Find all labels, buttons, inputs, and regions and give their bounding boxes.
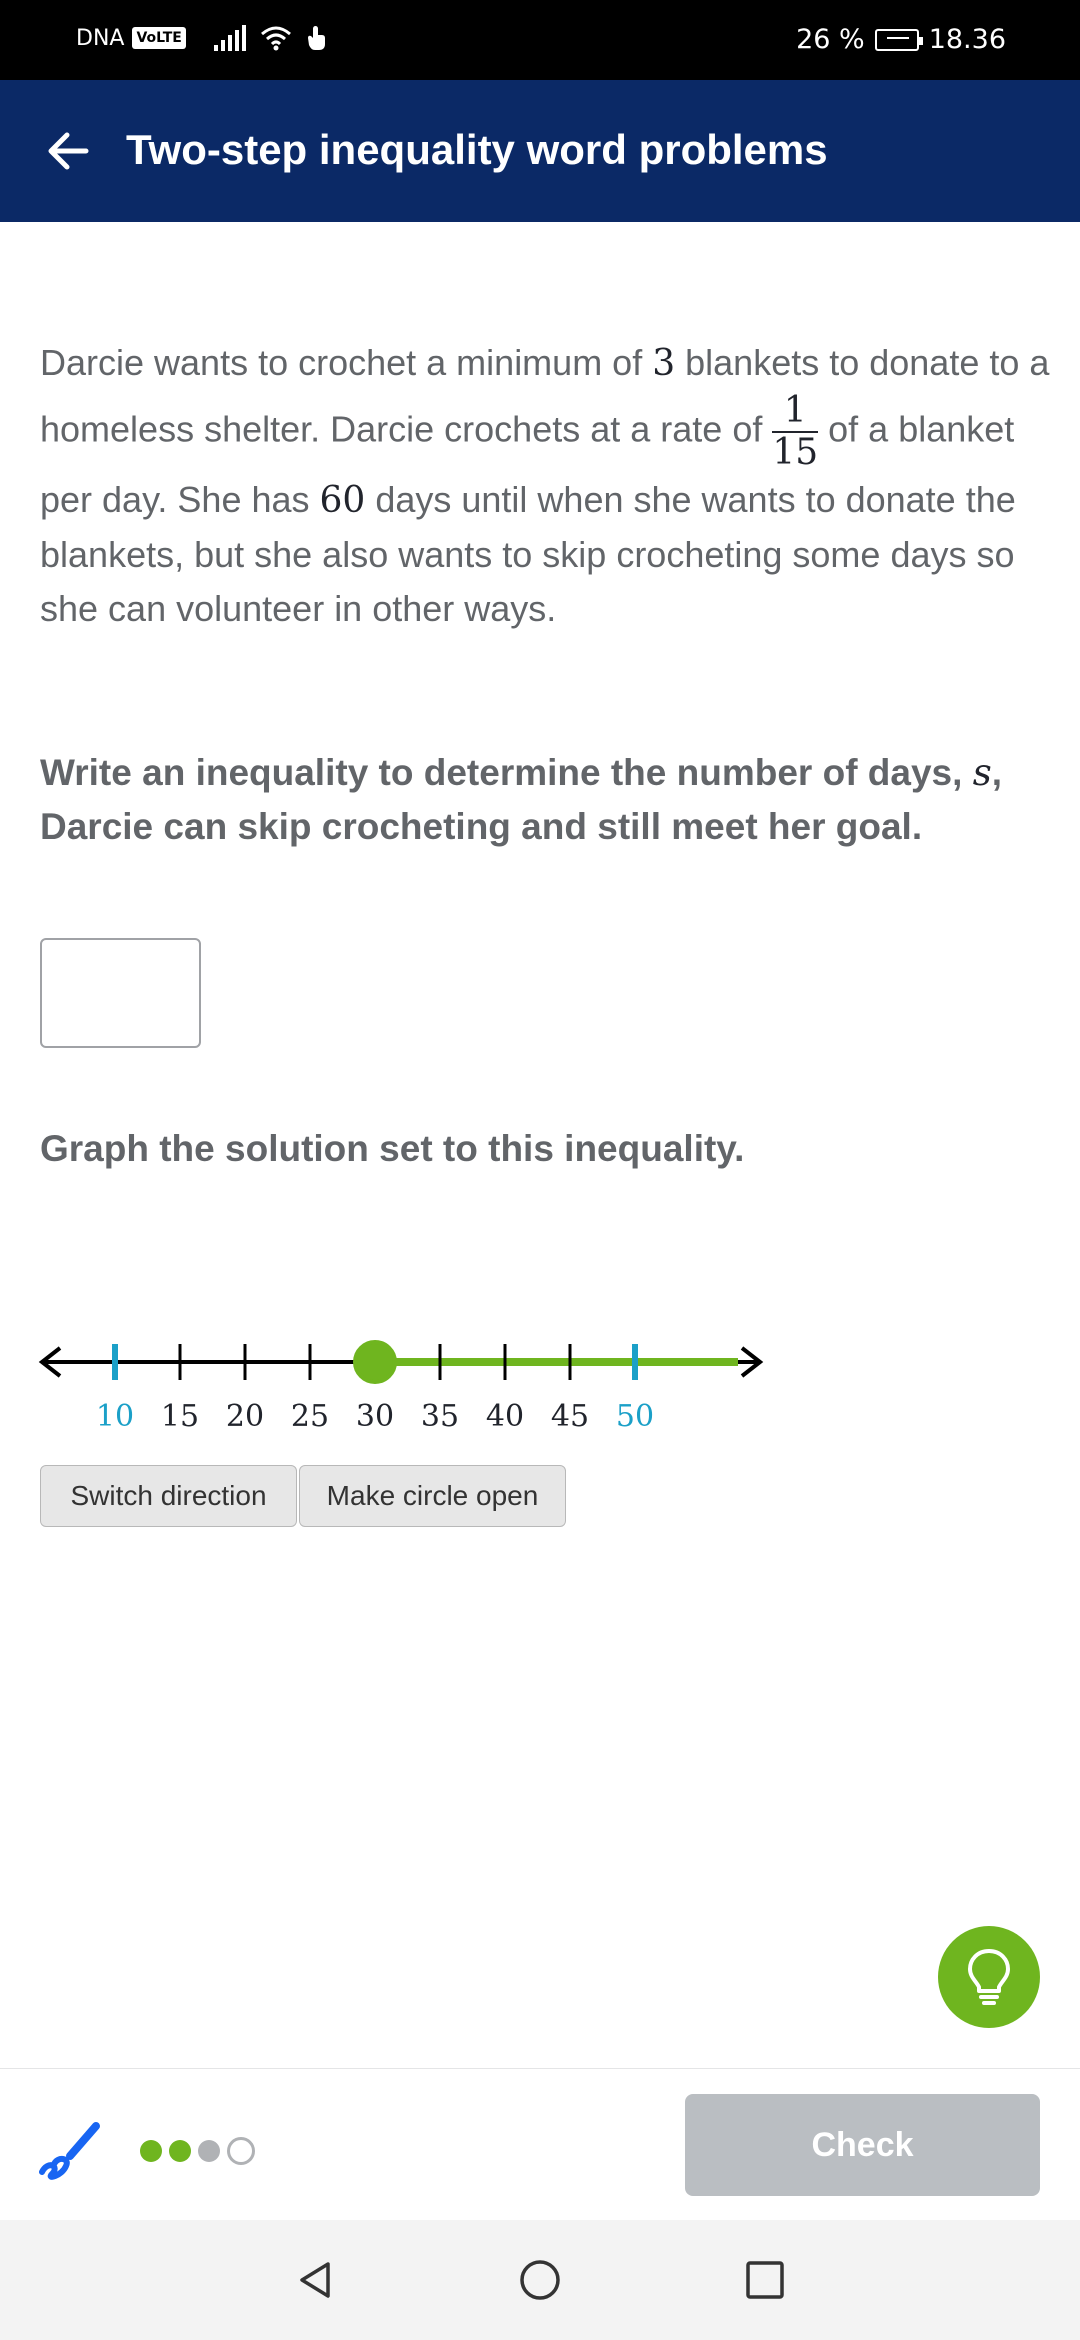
tick-label-35: 35 (421, 1399, 459, 1434)
battery-icon (874, 28, 923, 51)
scratchpad-pen-icon[interactable] (36, 2114, 104, 2182)
progress-indicator (140, 2137, 255, 2165)
fraction: 1 15 (772, 391, 819, 473)
exercise-footer: Check (0, 2068, 1080, 2220)
arrow-left-icon[interactable] (42, 124, 96, 178)
status-bar: DNA VoLTE 26 % 18.36 (0, 0, 1080, 80)
prompt-text-1: Write an inequality to determine the num… (40, 752, 973, 793)
problem-number-3: 3 (652, 343, 676, 384)
problem-text-1: Darcie wants to crochet a minimum of (40, 342, 653, 383)
variable-s: s (972, 751, 992, 794)
tick-label-10: 10 (96, 1399, 134, 1434)
page-title: Two-step inequality word problems (126, 126, 828, 173)
app-header: Two-step inequality word problems (0, 80, 1080, 222)
progress-dot-2 (169, 2140, 191, 2162)
inequality-answer-input[interactable] (40, 938, 201, 1048)
signal-icon (213, 25, 246, 51)
number-line[interactable]: 10 15 20 25 30 35 40 45 50 (30, 1330, 790, 1450)
problem-number-60: 60 (319, 480, 366, 521)
question-prompt: Write an inequality to determine the num… (40, 746, 1050, 854)
status-right: 26 % 18.36 (796, 24, 1006, 55)
tick-label-30: 30 (356, 1399, 394, 1434)
wifi-icon (260, 26, 291, 51)
hint-button[interactable] (938, 1926, 1040, 2028)
system-nav-bar (0, 2220, 1080, 2340)
graph-prompt: Graph the solution set to this inequalit… (40, 1128, 745, 1169)
switch-direction-button[interactable]: Switch direction (40, 1465, 297, 1527)
progress-dot-1 (140, 2140, 162, 2162)
clock: 18.36 (928, 24, 1006, 55)
progress-dot-3 (198, 2140, 220, 2162)
problem-text: Darcie wants to crochet a minimum of 3 b… (40, 336, 1050, 636)
touch-hand-icon (307, 26, 325, 50)
tick-label-40: 40 (486, 1399, 524, 1434)
battery-percent: 26 % (796, 24, 865, 55)
fraction-numerator: 1 (772, 391, 819, 433)
tick-label-15: 15 (161, 1399, 199, 1434)
check-button[interactable]: Check (685, 2094, 1040, 2196)
tick-label-20: 20 (226, 1399, 264, 1434)
make-circle-open-button[interactable]: Make circle open (299, 1465, 566, 1527)
circle-home-icon[interactable] (518, 2258, 562, 2302)
progress-dot-4 (227, 2137, 255, 2165)
triangle-back-icon[interactable] (294, 2258, 338, 2302)
square-recents-icon[interactable] (745, 2260, 785, 2300)
tick-label-50: 50 (616, 1399, 654, 1434)
volte-badge: VoLTE (132, 27, 186, 49)
lightbulb-icon (968, 1949, 1010, 2005)
carrier-label: DNA (76, 25, 125, 51)
tick-label-25: 25 (291, 1399, 329, 1434)
fraction-denominator: 15 (772, 432, 819, 473)
tick-label-45: 45 (551, 1399, 589, 1434)
solution-endpoint-circle[interactable] (353, 1340, 397, 1384)
status-left: DNA VoLTE (76, 24, 328, 52)
